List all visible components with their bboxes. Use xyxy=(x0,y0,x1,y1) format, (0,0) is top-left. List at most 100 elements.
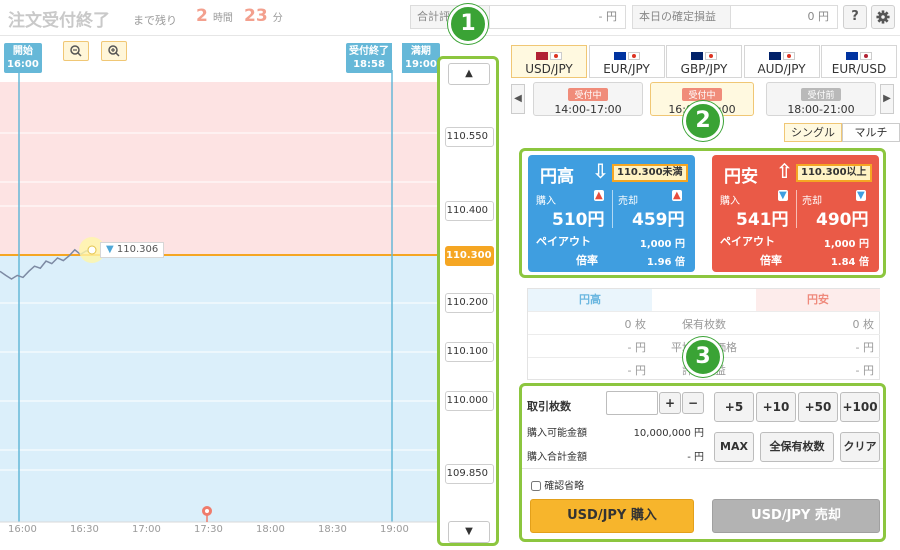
session-status-badge: 受付前 xyxy=(801,88,841,101)
order-panel: 取引枚数 + − 購入可能金額 10,000,000 円 購入合計金額 - 円 … xyxy=(519,383,886,542)
currency-tab-label: GBP/JPY xyxy=(680,62,728,76)
session-time: 14:00-17:00 xyxy=(554,103,622,116)
realized-pl-label: 本日の確定損益 xyxy=(633,6,731,28)
ladder-up-button[interactable]: ▲ xyxy=(448,63,490,85)
x-tick-label: 17:00 xyxy=(132,524,161,535)
remaining-minutes: 23 xyxy=(244,6,268,26)
currency-tab-label: AUD/JPY xyxy=(757,62,806,76)
price-tag[interactable]: 109.850 xyxy=(445,464,494,484)
up-triangle-icon: ▲ xyxy=(672,190,682,201)
max-button[interactable]: MAX xyxy=(714,432,754,462)
currency-flags-icon xyxy=(822,48,896,62)
currency-flags-icon xyxy=(745,48,819,62)
available-value: 10,000,000 円 xyxy=(633,428,704,439)
x-tick-label: 18:30 xyxy=(318,524,347,535)
unrealized-pl-box: 合計評価損益 - 円 xyxy=(410,5,626,29)
price-tag[interactable]: 110.100 xyxy=(445,342,494,362)
order-status-title: 注文受付終了 xyxy=(8,11,110,31)
mode-single-tab[interactable]: シングル xyxy=(784,123,842,142)
gear-icon xyxy=(876,10,890,24)
clear-button[interactable]: クリア xyxy=(840,432,880,462)
current-price-tag[interactable]: 110.300 xyxy=(445,246,494,266)
currency-flags-icon xyxy=(512,48,586,62)
low-payout-label: ペイアウト xyxy=(720,235,775,248)
zoom-out-button[interactable] xyxy=(63,41,89,61)
cutoff-flag: 受付終了 18:58 xyxy=(346,43,392,73)
high-buy-price[interactable]: 510円 xyxy=(552,205,605,230)
session-tab[interactable]: 受付前 18:00-21:00 xyxy=(766,82,876,116)
all-positions-button[interactable]: 全保有枚数 xyxy=(760,432,834,462)
down-triangle-icon: ▼ xyxy=(856,190,866,201)
high-card-condition: 110.300未満 xyxy=(612,164,688,182)
zoom-in-icon xyxy=(108,45,120,57)
currency-tab[interactable]: GBP/JPY xyxy=(666,45,742,78)
cutoff-flag-label: 受付終了 xyxy=(349,46,389,57)
zoom-in-button[interactable] xyxy=(101,41,127,61)
hours-unit: 時間 xyxy=(212,13,233,24)
x-tick-label: 16:00 xyxy=(8,524,37,535)
low-option-card[interactable]: 円安 ⇧ 110.300以上 購入 ▼ 541円 売却 ▼ 490円 ペイアウト… xyxy=(712,155,879,272)
session-status-badge: 受付中 xyxy=(682,88,722,101)
quick-qty-button[interactable]: +100 xyxy=(840,392,880,422)
order-divider xyxy=(522,468,883,469)
low-card-title: 円安 xyxy=(724,167,758,187)
session-next-button[interactable]: ▶ xyxy=(880,84,894,114)
confirm-skip-row: 確認省略 xyxy=(531,477,584,492)
sell-button[interactable]: USD/JPY 売却 xyxy=(712,499,880,533)
buy-button[interactable]: USD/JPY 購入 xyxy=(530,499,694,533)
price-tag[interactable]: 110.000 xyxy=(445,391,494,411)
start-flag: 開始 16:00 xyxy=(4,43,42,73)
confirm-skip-checkbox[interactable] xyxy=(531,481,541,491)
expiry-flag-label: 満期 xyxy=(410,46,431,57)
price-chart xyxy=(0,70,440,523)
quick-qty-button[interactable]: +10 xyxy=(756,392,796,422)
position-low-value: - 円 xyxy=(855,364,874,377)
x-tick-label: 17:30 xyxy=(194,524,223,535)
currency-flags-icon xyxy=(590,48,664,62)
price-tag[interactable]: 110.550 xyxy=(445,127,494,147)
currency-tab[interactable]: EUR/JPY xyxy=(588,45,665,78)
position-row-label: 保有枚数 xyxy=(652,316,756,332)
low-buy-price[interactable]: 541円 xyxy=(736,205,789,230)
session-status-badge: 受付中 xyxy=(568,88,608,101)
price-tag[interactable]: 110.200 xyxy=(445,293,494,313)
realized-pl-value: 0 円 xyxy=(807,10,830,23)
currency-tab[interactable]: EUR/USD xyxy=(821,45,897,78)
currency-tab-label: EUR/JPY xyxy=(603,62,650,76)
current-price-value: 110.306 xyxy=(116,244,159,255)
table-row-divider xyxy=(528,334,880,335)
high-payout-value: 1,000 円 xyxy=(639,239,685,250)
qty-plus-button[interactable]: + xyxy=(659,392,681,414)
currency-tab-label: EUR/USD xyxy=(831,62,887,76)
session-tab[interactable]: 受付中 14:00-17:00 xyxy=(533,82,643,116)
high-card-divider xyxy=(612,190,613,228)
qty-input[interactable] xyxy=(606,391,658,415)
qty-minus-button[interactable]: − xyxy=(682,392,704,414)
upper-zone xyxy=(0,82,440,255)
price-ladder: ▲ 110.550 110.400 110.300 110.200 110.100 110… xyxy=(437,56,499,546)
low-ratio-label: 倍率 xyxy=(760,254,782,267)
position-low-value: - 円 xyxy=(855,341,874,354)
help-button[interactable]: ? xyxy=(843,5,867,29)
x-tick-label: 19:00 xyxy=(380,524,409,535)
high-sell-price[interactable]: 459円 xyxy=(632,205,685,230)
high-option-card[interactable]: 円高 ⇩ 110.300未満 購入 ▲ 510円 売却 ▲ 459円 ペイアウト… xyxy=(528,155,695,272)
quick-qty-button[interactable]: +50 xyxy=(798,392,838,422)
arrow-up-icon: ⇧ xyxy=(776,159,793,183)
ladder-down-button[interactable]: ▼ xyxy=(448,521,490,543)
callout-badge-1: 1 xyxy=(448,4,488,44)
currency-tab-label: USD/JPY xyxy=(525,62,573,76)
mode-multi-tab[interactable]: マルチ xyxy=(842,123,900,142)
session-prev-button[interactable]: ◀ xyxy=(511,84,525,114)
up-triangle-icon: ▲ xyxy=(594,190,604,201)
settings-button[interactable] xyxy=(871,5,895,29)
lower-zone xyxy=(0,255,440,522)
position-high-value: - 円 xyxy=(627,341,646,354)
low-sell-price[interactable]: 490円 xyxy=(816,205,869,230)
price-tag[interactable]: 110.400 xyxy=(445,201,494,221)
realized-pl-box: 本日の確定損益 0 円 xyxy=(632,5,838,29)
quick-qty-button[interactable]: +5 xyxy=(714,392,754,422)
currency-tab[interactable]: AUD/JPY xyxy=(743,45,820,78)
down-triangle-icon: ▼ xyxy=(106,244,114,255)
currency-tab-selected[interactable]: USD/JPY xyxy=(511,45,587,78)
